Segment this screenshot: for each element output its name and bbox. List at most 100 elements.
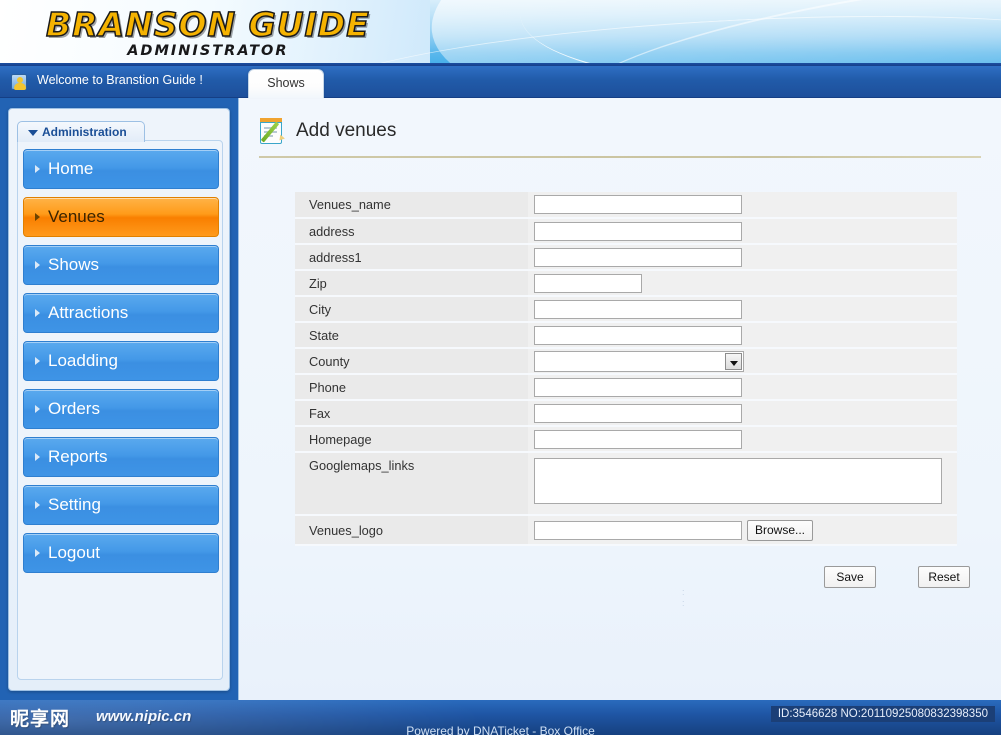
- field-label: State: [295, 322, 528, 349]
- fax-input[interactable]: [534, 403, 742, 423]
- form-row-city: City: [295, 296, 957, 323]
- form-row-phone: Phone: [295, 374, 957, 401]
- tab-shows-label: Shows: [267, 76, 305, 90]
- page-header-divider: [259, 156, 981, 158]
- sidebar-item-label: Home: [48, 159, 94, 178]
- chevron-right-icon: [35, 213, 40, 221]
- form-row-fax: Fax: [295, 400, 957, 427]
- field-label: County: [295, 348, 528, 375]
- watermark-logo: 昵享网: [10, 708, 71, 730]
- logo-subtitle: ADMINISTRATOR: [127, 43, 289, 59]
- header-swoosh-3: [553, 0, 1001, 66]
- chevron-right-icon: [35, 453, 40, 461]
- sidebar-item-loadding[interactable]: Loadding: [23, 341, 219, 381]
- content-pane: Add venues Venues_name address address1 …: [238, 98, 1001, 700]
- tab-shows[interactable]: Shows: [248, 69, 324, 98]
- field-cell: [528, 270, 957, 297]
- form-row-address1: address1: [295, 244, 957, 271]
- form-row-county: County: [295, 348, 957, 375]
- sidebar-item-label: Orders: [48, 399, 100, 418]
- chevron-down-icon: [725, 352, 742, 370]
- sidebar-item-label: Attractions: [48, 303, 129, 322]
- notepad-pencil-icon: [259, 116, 287, 146]
- googlemaps-links-textarea[interactable]: [534, 458, 942, 504]
- chevron-right-icon: [35, 261, 40, 269]
- id-badge: ID:3546628 NO:20110925080832398350: [770, 706, 995, 722]
- address1-input[interactable]: [534, 247, 742, 267]
- sidebar-item-label: Reports: [48, 447, 108, 466]
- page-title: Add venues: [296, 120, 397, 141]
- sidebar-nav: Home Venues Shows Attractions Loadding O…: [23, 149, 219, 581]
- page-header: Add venues: [259, 110, 981, 156]
- sidebar-item-setting[interactable]: Setting: [23, 485, 219, 525]
- chevron-right-icon: [35, 501, 40, 509]
- body-shell: Administration Home Venues Shows Attract…: [0, 98, 1001, 700]
- sidebar-item-venues[interactable]: Venues: [23, 197, 219, 237]
- save-button[interactable]: Save: [824, 566, 876, 588]
- decorative-dots: ::: [682, 587, 685, 608]
- header-swoosh-1: [419, 0, 1001, 66]
- sidebar-item-orders[interactable]: Orders: [23, 389, 219, 429]
- powered-by-text: Powered by DNATicket - Box Office: [406, 724, 595, 735]
- welcome-bar: Welcome to Branstion Guide !: [0, 66, 1001, 98]
- reset-button-wrap: Reset: [918, 566, 970, 588]
- state-input[interactable]: [534, 325, 742, 345]
- user-icon: [11, 74, 27, 90]
- form-row-googlemaps-links: Googlemaps_links: [295, 452, 957, 516]
- sidebar-item-label: Logout: [48, 543, 100, 562]
- venues-name-input[interactable]: [534, 195, 742, 214]
- field-cell: [528, 322, 957, 349]
- field-label: Homepage: [295, 426, 528, 453]
- sidebar-item-label: Setting: [48, 495, 101, 514]
- field-label: Fax: [295, 400, 528, 427]
- field-cell: [528, 218, 957, 245]
- field-label: Googlemaps_links: [295, 452, 528, 516]
- county-select[interactable]: [534, 350, 744, 372]
- application-window: BRANSON GUIDE ADMINISTRATOR Welcome to B…: [0, 0, 1001, 735]
- field-cell: [528, 400, 957, 427]
- sidebar-item-label: Venues: [48, 207, 105, 226]
- app-header: BRANSON GUIDE ADMINISTRATOR: [0, 0, 1001, 66]
- welcome-message: Welcome to Branstion Guide !: [37, 73, 203, 87]
- save-button-wrap: Save: [824, 566, 876, 588]
- chevron-right-icon: [35, 405, 40, 413]
- brand-logo: BRANSON GUIDE ADMINISTRATOR: [45, 5, 370, 59]
- form-row-zip: Zip: [295, 270, 957, 297]
- venue-form: Venues_name address address1 Zip City St…: [295, 192, 957, 546]
- header-swoosh-2: [515, 0, 1001, 66]
- field-cell: [528, 192, 957, 219]
- zip-input[interactable]: [534, 273, 642, 293]
- sidebar-item-home[interactable]: Home: [23, 149, 219, 189]
- phone-input[interactable]: [534, 377, 742, 397]
- sidebar-item-logout[interactable]: Logout: [23, 533, 219, 573]
- field-cell: [528, 426, 957, 453]
- browse-button[interactable]: Browse...: [747, 519, 814, 541]
- sidebar-item-shows[interactable]: Shows: [23, 245, 219, 285]
- field-cell: [528, 452, 957, 516]
- form-row-address: address: [295, 218, 957, 245]
- field-label: Venues_name: [295, 192, 528, 219]
- sidebar-panel-tab[interactable]: Administration: [17, 121, 145, 142]
- homepage-input[interactable]: [534, 429, 742, 449]
- sidebar-panel: Home Venues Shows Attractions Loadding O…: [17, 140, 223, 680]
- sidebar-item-attractions[interactable]: Attractions: [23, 293, 219, 333]
- city-input[interactable]: [534, 299, 742, 319]
- field-cell: [528, 296, 957, 323]
- form-row-venues-logo: Venues_logo Browse...: [295, 515, 957, 546]
- chevron-down-icon: [28, 130, 38, 136]
- address-input[interactable]: [534, 221, 742, 241]
- field-cell: Browse...: [528, 515, 957, 546]
- sidebar-item-reports[interactable]: Reports: [23, 437, 219, 477]
- sidebar: Administration Home Venues Shows Attract…: [8, 108, 230, 691]
- form-row-homepage: Homepage: [295, 426, 957, 453]
- form-row-state: State: [295, 322, 957, 349]
- sidebar-panel-title: Administration: [42, 125, 127, 139]
- reset-button[interactable]: Reset: [918, 566, 970, 588]
- chevron-right-icon: [35, 165, 40, 173]
- footer-bar: 昵享网 www.nipic.cn Powered by DNATicket - …: [0, 700, 1001, 735]
- field-label: address: [295, 218, 528, 245]
- logo-title: BRANSON GUIDE: [45, 5, 370, 44]
- venues-logo-input[interactable]: [534, 520, 742, 540]
- sidebar-item-label: Loadding: [48, 351, 118, 370]
- chevron-right-icon: [35, 309, 40, 317]
